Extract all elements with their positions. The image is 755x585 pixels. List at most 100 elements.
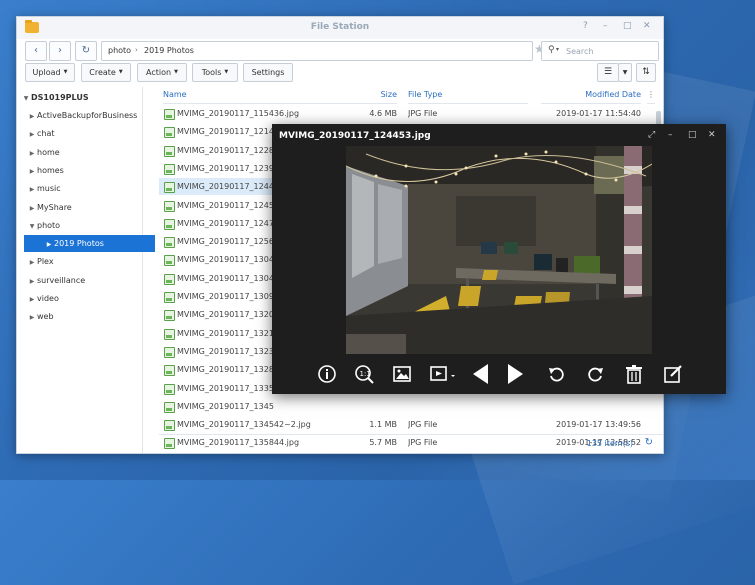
- column-menu-icon[interactable]: ⋮: [647, 87, 655, 104]
- caret-right-icon[interactable]: ▶: [27, 108, 37, 124]
- create-button[interactable]: Create ▼: [81, 63, 131, 82]
- cell-size: 4.6 MB: [369, 109, 397, 118]
- search-placeholder: Search: [566, 47, 594, 56]
- action-button[interactable]: Action ▼: [137, 63, 187, 82]
- image-file-icon: [164, 200, 175, 212]
- sidebar-item-label: home: [37, 147, 60, 157]
- image-file-icon: [164, 218, 175, 230]
- table-row[interactable]: MVIMG_20190117_115436.jpg 4.6 MB JPG File 2…: [159, 105, 655, 122]
- table-row[interactable]: MVIMG_20190117_134542~2.jpg 1.1 MB JPG Fil…: [159, 416, 655, 433]
- sidebar-item-label: Plex: [37, 257, 54, 267]
- maximize-icon[interactable]: □: [688, 130, 697, 140]
- settings-button[interactable]: Settings: [243, 63, 293, 82]
- tools-label: Tools: [201, 68, 222, 77]
- table-row[interactable]: MVIMG_20190117_1345: [159, 398, 655, 415]
- zoom-icon[interactable]: 1:1: [353, 363, 375, 385]
- image-file-icon: [164, 310, 175, 322]
- column-header-modified[interactable]: Modified Date: [541, 87, 641, 104]
- search-icon: ⚲: [548, 45, 555, 55]
- window-titlebar[interactable]: File Station ? – □ ✕: [17, 17, 663, 39]
- image-file-icon: [164, 401, 175, 413]
- column-header-type[interactable]: File Type: [408, 87, 528, 104]
- caret-right-icon[interactable]: ▶: [27, 163, 37, 179]
- sidebar-item[interactable]: ▶ surveillance: [17, 272, 152, 289]
- cell-modified: [541, 398, 641, 415]
- caret-right-icon[interactable]: ▶: [27, 291, 37, 307]
- caret-right-icon[interactable]: ▶: [27, 273, 37, 289]
- cell-size: [319, 398, 397, 415]
- sidebar-item-label: music: [37, 184, 61, 194]
- caret-right-icon[interactable]: ▶: [27, 145, 37, 161]
- sort-icon[interactable]: ⇅: [636, 63, 656, 82]
- caret-right-icon[interactable]: ▶: [44, 236, 54, 252]
- minimize-icon[interactable]: –: [603, 21, 608, 31]
- caret-right-icon[interactable]: ▶: [27, 254, 37, 270]
- image-file-icon: [164, 292, 175, 303]
- caret-right-icon[interactable]: ▶: [27, 181, 37, 197]
- previous-icon[interactable]: [470, 363, 492, 385]
- back-button[interactable]: ‹: [25, 41, 47, 61]
- edit-icon[interactable]: [662, 363, 684, 385]
- caret-right-icon[interactable]: ▶: [27, 126, 37, 142]
- sidebar-item-label: video: [37, 294, 59, 303]
- sidebar-item[interactable]: ▶ video: [17, 290, 152, 307]
- sidebar-item[interactable]: ▶ 2019 Photos: [24, 235, 155, 253]
- caret-right-icon[interactable]: ▶: [27, 309, 37, 325]
- sidebar-item[interactable]: ▶ music: [17, 180, 152, 197]
- cell-modified: 2019-01-17 11:54:40: [556, 109, 641, 118]
- sidebar-item[interactable]: ▶ MyShare: [17, 199, 152, 216]
- sidebar-item-label: ActiveBackupforBusiness: [37, 111, 138, 120]
- sidebar-item[interactable]: ▶ home: [17, 144, 152, 161]
- info-icon[interactable]: [316, 363, 338, 385]
- breadcrumb-item[interactable]: 2019 Photos: [144, 46, 194, 55]
- cell-type: JPG File: [408, 420, 438, 430]
- sidebar-item[interactable]: ▼ photo: [17, 217, 152, 234]
- chevron-down-icon[interactable]: ▼: [618, 63, 632, 82]
- caret-down-icon: ▼: [23, 95, 29, 102]
- refresh-button[interactable]: ↻: [75, 41, 97, 61]
- rotate-left-icon[interactable]: [546, 363, 568, 385]
- tools-button[interactable]: Tools ▼: [192, 63, 238, 82]
- cell-modified: 2019-01-17 13:49:56: [556, 420, 641, 430]
- list-view-icon[interactable]: ☰: [597, 63, 619, 82]
- chevron-right-icon: ›: [135, 46, 138, 54]
- sidebar-item-label: MyShare: [37, 202, 72, 212]
- create-label: Create: [89, 68, 116, 77]
- maximize-icon[interactable]: □: [623, 21, 632, 31]
- tree-root[interactable]: ▼ DS1019PLUS: [17, 89, 146, 106]
- minimize-icon[interactable]: –: [668, 130, 673, 140]
- toolbar: Upload ▼ Create ▼ Action ▼ Tools ▼ Settings …: [17, 63, 663, 85]
- chevron-down-icon: ▼: [174, 69, 178, 75]
- next-icon[interactable]: [504, 363, 526, 385]
- forward-button[interactable]: ›: [49, 41, 71, 61]
- upload-button[interactable]: Upload ▼: [25, 63, 75, 82]
- action-label: Action: [146, 68, 172, 77]
- image-file-icon: [164, 163, 175, 175]
- delete-icon[interactable]: [623, 363, 645, 385]
- sidebar-item[interactable]: ▶ homes: [17, 162, 152, 179]
- fullscreen-icon[interactable]: ⤢: [648, 130, 655, 140]
- column-header-size[interactable]: Size: [319, 87, 397, 104]
- rotate-right-icon[interactable]: [584, 363, 606, 385]
- item-count: 135 item(s): [586, 439, 633, 448]
- search-input[interactable]: ⚲ ▾ Search: [541, 41, 659, 61]
- photo-image: [346, 146, 652, 354]
- sidebar-item[interactable]: ▶ Plex: [17, 253, 152, 270]
- image-file-icon: [164, 346, 175, 358]
- sidebar-item-label: photo: [37, 220, 61, 230]
- cell-type: [408, 398, 528, 415]
- sidebar-item[interactable]: ▶ chat: [17, 125, 152, 142]
- sidebar-item[interactable]: ▶ web: [17, 308, 152, 325]
- caret-right-icon[interactable]: ▶: [27, 200, 37, 216]
- caret-down-icon[interactable]: ▼: [27, 218, 37, 234]
- sidebar-item[interactable]: ▶ ActiveBackupforBusiness: [17, 107, 152, 124]
- help-icon[interactable]: ?: [583, 21, 588, 31]
- breadcrumb[interactable]: photo › 2019 Photos: [101, 41, 533, 61]
- slideshow-icon[interactable]: [428, 363, 458, 385]
- close-icon[interactable]: ✕: [643, 21, 651, 31]
- close-icon[interactable]: ✕: [708, 130, 716, 140]
- image-icon[interactable]: [391, 363, 413, 385]
- sidebar-item-label: homes: [37, 165, 64, 175]
- refresh-icon[interactable]: ↻: [645, 437, 653, 448]
- breadcrumb-item[interactable]: photo: [108, 46, 131, 55]
